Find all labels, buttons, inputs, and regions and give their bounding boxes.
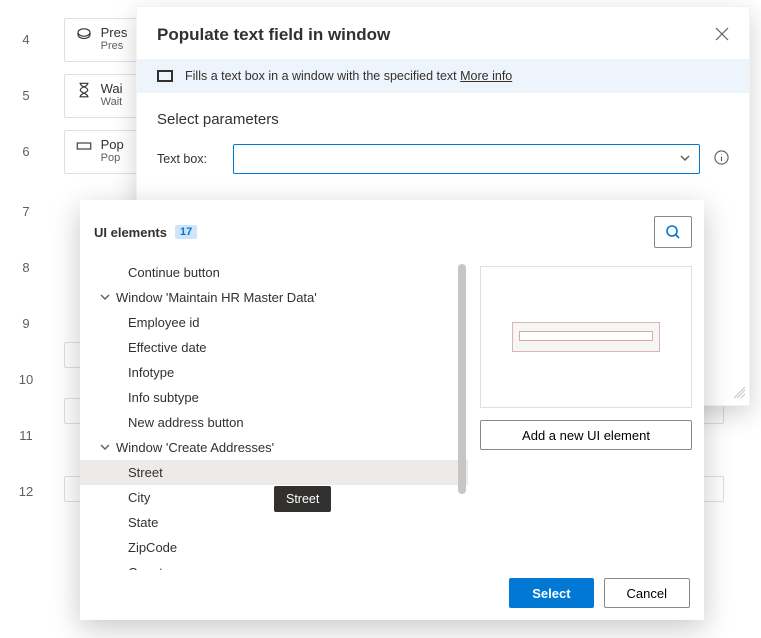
search-button[interactable] <box>654 216 692 248</box>
resize-handle-icon[interactable] <box>734 387 746 402</box>
add-ui-element-button[interactable]: Add a new UI element <box>480 420 692 450</box>
tree-item-effective-date[interactable]: Effective date <box>80 335 468 360</box>
info-bar: Fills a text box in a window with the sp… <box>137 59 749 93</box>
info-text: Fills a text box in a window with the sp… <box>185 69 460 83</box>
scrollbar[interactable] <box>458 264 466 494</box>
wait-icon <box>75 81 97 102</box>
tree-item-continue-button[interactable]: Continue button <box>80 260 468 285</box>
tree-item-state[interactable]: State <box>80 510 468 535</box>
tree-item-zipcode[interactable]: ZipCode <box>80 535 468 560</box>
step-subtitle: Wait <box>101 96 123 108</box>
info-icon[interactable] <box>714 150 729 168</box>
tree-item-employee-id[interactable]: Employee id <box>80 310 468 335</box>
tree-item-infotype[interactable]: Infotype <box>80 360 468 385</box>
element-preview <box>480 266 692 408</box>
tree-group-hr-window[interactable]: Window 'Maintain HR Master Data' <box>80 285 468 310</box>
tree-group-addresses-window[interactable]: Window 'Create Addresses' <box>80 435 468 460</box>
step-number: 6 <box>16 144 36 159</box>
textbox-icon <box>75 137 97 158</box>
dialog-title: Populate text field in window <box>157 25 390 45</box>
tree-item-new-address-button[interactable]: New address button <box>80 410 468 435</box>
textbox-dropdown[interactable] <box>233 144 700 174</box>
step-number: 4 <box>16 32 36 47</box>
step-number: 7 <box>16 204 36 219</box>
textbox-icon <box>157 70 173 82</box>
select-parameters-header: Select parameters <box>137 93 749 138</box>
step-title: Pop <box>101 137 124 152</box>
step-number: 11 <box>16 428 36 443</box>
more-info-link[interactable]: More info <box>460 69 512 83</box>
tree-item-info-subtype[interactable]: Info subtype <box>80 385 468 410</box>
tooltip: Street <box>274 486 331 512</box>
textbox-label: Text box: <box>157 152 219 166</box>
step-subtitle: Pres <box>101 40 128 52</box>
chevron-down-icon <box>100 440 110 455</box>
step-title: Wai <box>101 81 123 96</box>
step-title: Pres <box>101 25 128 40</box>
ui-elements-title: UI elements <box>94 225 167 240</box>
cancel-button[interactable]: Cancel <box>604 578 690 608</box>
step-number: 5 <box>16 88 36 103</box>
element-preview-pane: Add a new UI element <box>468 260 704 570</box>
ui-elements-popup: UI elements 17 Continue button Window 'M… <box>80 200 704 620</box>
chevron-down-icon <box>679 152 691 167</box>
step-number: 12 <box>16 484 36 499</box>
select-button[interactable]: Select <box>509 578 593 608</box>
preview-textbox-icon <box>512 322 660 352</box>
step-number: 9 <box>16 316 36 331</box>
ui-elements-count-badge: 17 <box>175 225 197 239</box>
chevron-down-icon <box>100 290 110 305</box>
step-number: 8 <box>16 260 36 275</box>
ui-elements-tree: Continue button Window 'Maintain HR Mast… <box>80 260 468 570</box>
step-number: 10 <box>16 372 36 387</box>
close-button[interactable] <box>715 27 729 44</box>
press-icon <box>75 25 97 46</box>
tree-item-street[interactable]: Street <box>80 460 468 485</box>
step-subtitle: Pop <box>101 152 124 164</box>
